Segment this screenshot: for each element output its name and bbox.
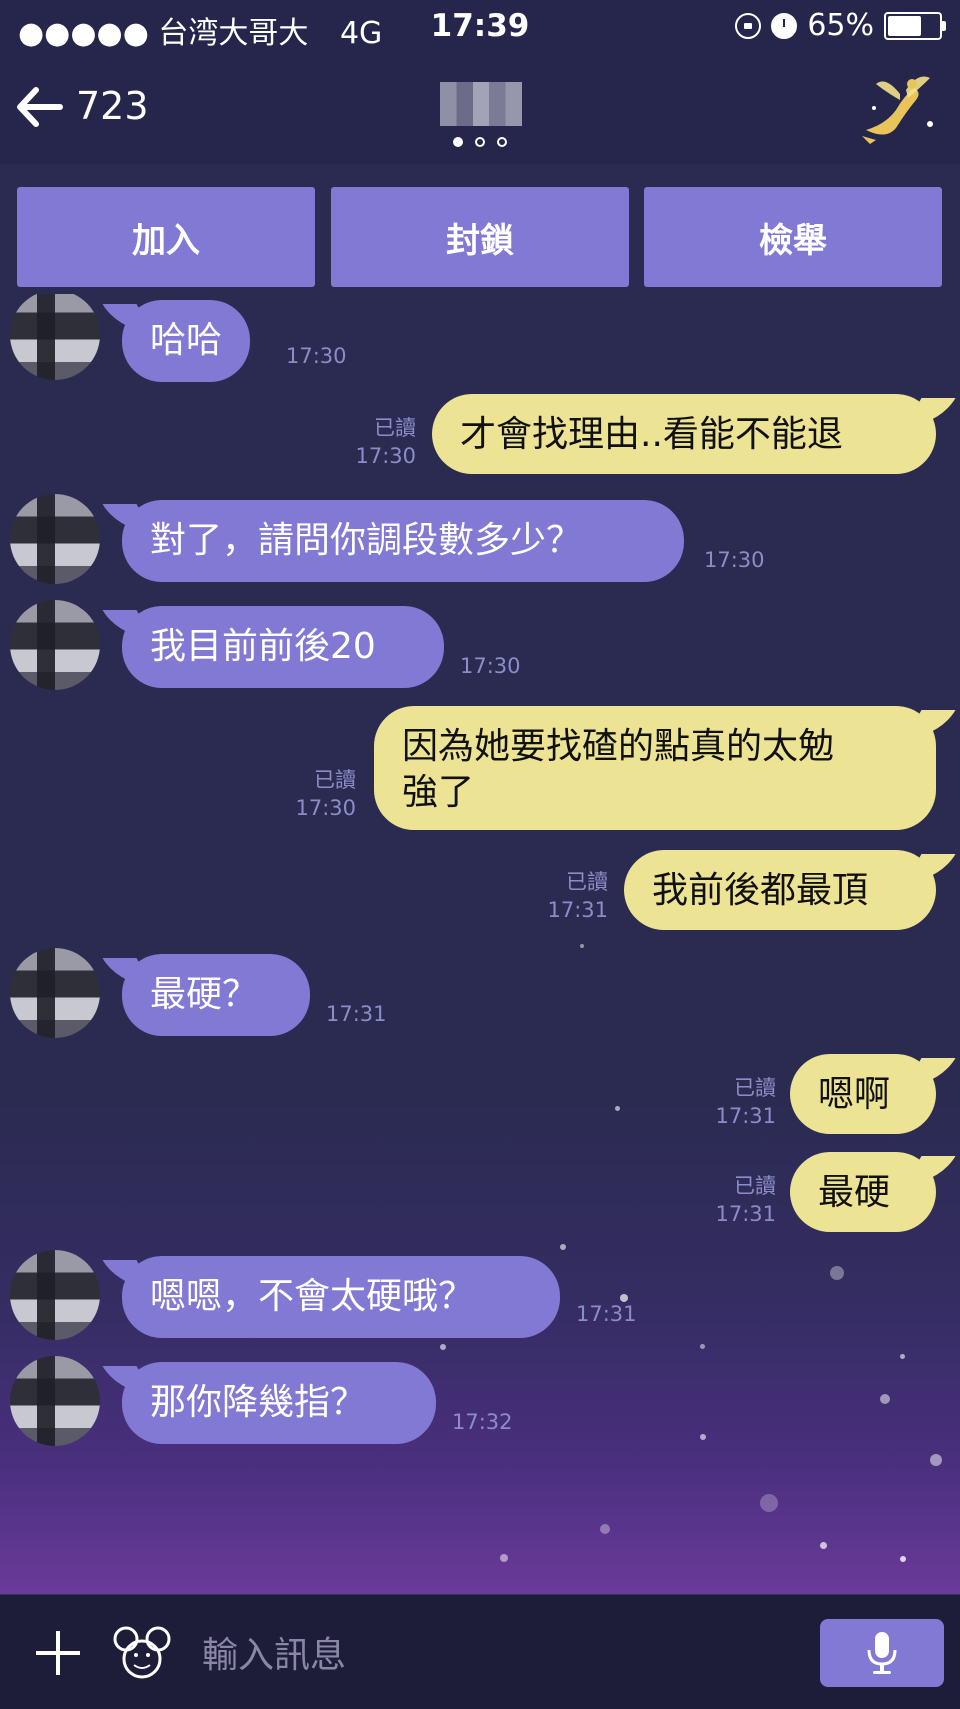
sparkle bbox=[880, 1394, 890, 1404]
read-receipt: 已讀 bbox=[734, 1076, 776, 1100]
page-dot bbox=[475, 137, 485, 147]
sparkle bbox=[820, 1542, 827, 1549]
message-list[interactable]: 哈哈 17:30 才會找理由..看能不能退 已讀 17:30 對了，請問你調段數… bbox=[0, 294, 960, 1594]
message-time: 17:30 bbox=[460, 654, 521, 678]
unread-count[interactable]: 723 bbox=[76, 84, 149, 128]
sender-avatar[interactable] bbox=[10, 494, 100, 584]
plus-icon[interactable] bbox=[36, 1631, 80, 1675]
page-dot-active bbox=[453, 137, 463, 147]
sparkle bbox=[600, 1524, 610, 1534]
sparkle bbox=[500, 1554, 508, 1562]
report-button[interactable]: 檢舉 bbox=[644, 187, 942, 287]
message-bubble-incoming[interactable]: 我目前前後20 bbox=[122, 606, 444, 688]
page-dot bbox=[497, 137, 507, 147]
status-right-group: 65% bbox=[735, 8, 946, 43]
sparkle bbox=[560, 1244, 566, 1250]
message-bubble-outgoing[interactable]: 我前後都最頂 bbox=[624, 850, 936, 930]
contact-name-blurred[interactable] bbox=[440, 82, 522, 126]
message-time: 17:30 bbox=[286, 344, 347, 368]
read-receipt: 已讀 bbox=[566, 870, 608, 894]
sparkle bbox=[900, 1556, 906, 1562]
sender-avatar[interactable] bbox=[10, 1250, 100, 1340]
message-bubble-incoming[interactable]: 對了，請問你調段數多少？ bbox=[122, 500, 684, 582]
voice-message-button[interactable] bbox=[820, 1619, 944, 1687]
sparkle bbox=[440, 1344, 446, 1350]
sender-avatar[interactable] bbox=[10, 948, 100, 1038]
read-receipt: 已讀 bbox=[374, 416, 416, 440]
message-time: 17:31 bbox=[576, 1302, 637, 1326]
message-time: 17:30 bbox=[355, 444, 416, 468]
sparkle bbox=[760, 1494, 778, 1512]
sparkle bbox=[900, 1354, 905, 1359]
block-button[interactable]: 封鎖 bbox=[331, 187, 629, 287]
alarm-icon bbox=[771, 12, 798, 39]
microphone-icon bbox=[867, 1632, 897, 1674]
sender-avatar[interactable] bbox=[10, 294, 100, 380]
message-input-bar bbox=[0, 1594, 960, 1709]
message-time: 17:30 bbox=[295, 796, 356, 820]
sparkle bbox=[580, 944, 584, 948]
message-time: 17:31 bbox=[326, 1002, 387, 1026]
message-bubble-outgoing[interactable]: 最硬 bbox=[790, 1152, 936, 1232]
read-receipt: 已讀 bbox=[314, 768, 356, 792]
message-time: 17:31 bbox=[715, 1104, 776, 1128]
sparkle bbox=[830, 1266, 844, 1280]
back-arrow-icon[interactable] bbox=[14, 82, 64, 132]
message-bubble-incoming[interactable]: 最硬？ bbox=[122, 954, 310, 1036]
page-indicator bbox=[0, 136, 960, 150]
rotation-lock-icon bbox=[735, 12, 762, 39]
sparkle bbox=[930, 1454, 942, 1466]
message-time: 17:31 bbox=[715, 1202, 776, 1226]
battery-icon bbox=[884, 11, 946, 40]
message-bubble-outgoing[interactable]: 才會找理由..看能不能退 bbox=[432, 394, 936, 474]
chat-header: 723 bbox=[0, 56, 960, 165]
message-input[interactable] bbox=[200, 1629, 704, 1681]
status-bar: ●●●●● 台湾大哥大 4G 17:39 65% bbox=[0, 0, 960, 56]
tinkerbell-sticker-icon[interactable] bbox=[856, 70, 938, 146]
sparkle bbox=[700, 1434, 706, 1440]
stranger-action-bar: 加入 封鎖 檢舉 bbox=[0, 164, 960, 294]
mickey-sticker-icon[interactable] bbox=[112, 1623, 172, 1683]
message-bubble-incoming[interactable]: 哈哈 bbox=[122, 300, 251, 382]
message-bubble-incoming[interactable]: 那你降幾指？ bbox=[122, 1362, 436, 1444]
read-receipt: 已讀 bbox=[734, 1174, 776, 1198]
sender-avatar[interactable] bbox=[10, 1356, 100, 1446]
sparkle bbox=[615, 1106, 620, 1111]
message-time: 17:32 bbox=[452, 1410, 513, 1434]
message-time: 17:31 bbox=[547, 898, 608, 922]
message-bubble-outgoing[interactable]: 因為她要找碴的點真的太勉 強了 bbox=[374, 706, 936, 830]
message-bubble-incoming[interactable]: 嗯嗯，不會太硬哦？ bbox=[122, 1256, 560, 1338]
battery-percent: 65% bbox=[807, 8, 874, 43]
message-bubble-outgoing[interactable]: 嗯啊 bbox=[790, 1054, 936, 1134]
sparkle bbox=[700, 1344, 705, 1349]
add-friend-button[interactable]: 加入 bbox=[17, 187, 315, 287]
sender-avatar[interactable] bbox=[10, 600, 100, 690]
message-time: 17:30 bbox=[704, 548, 765, 572]
